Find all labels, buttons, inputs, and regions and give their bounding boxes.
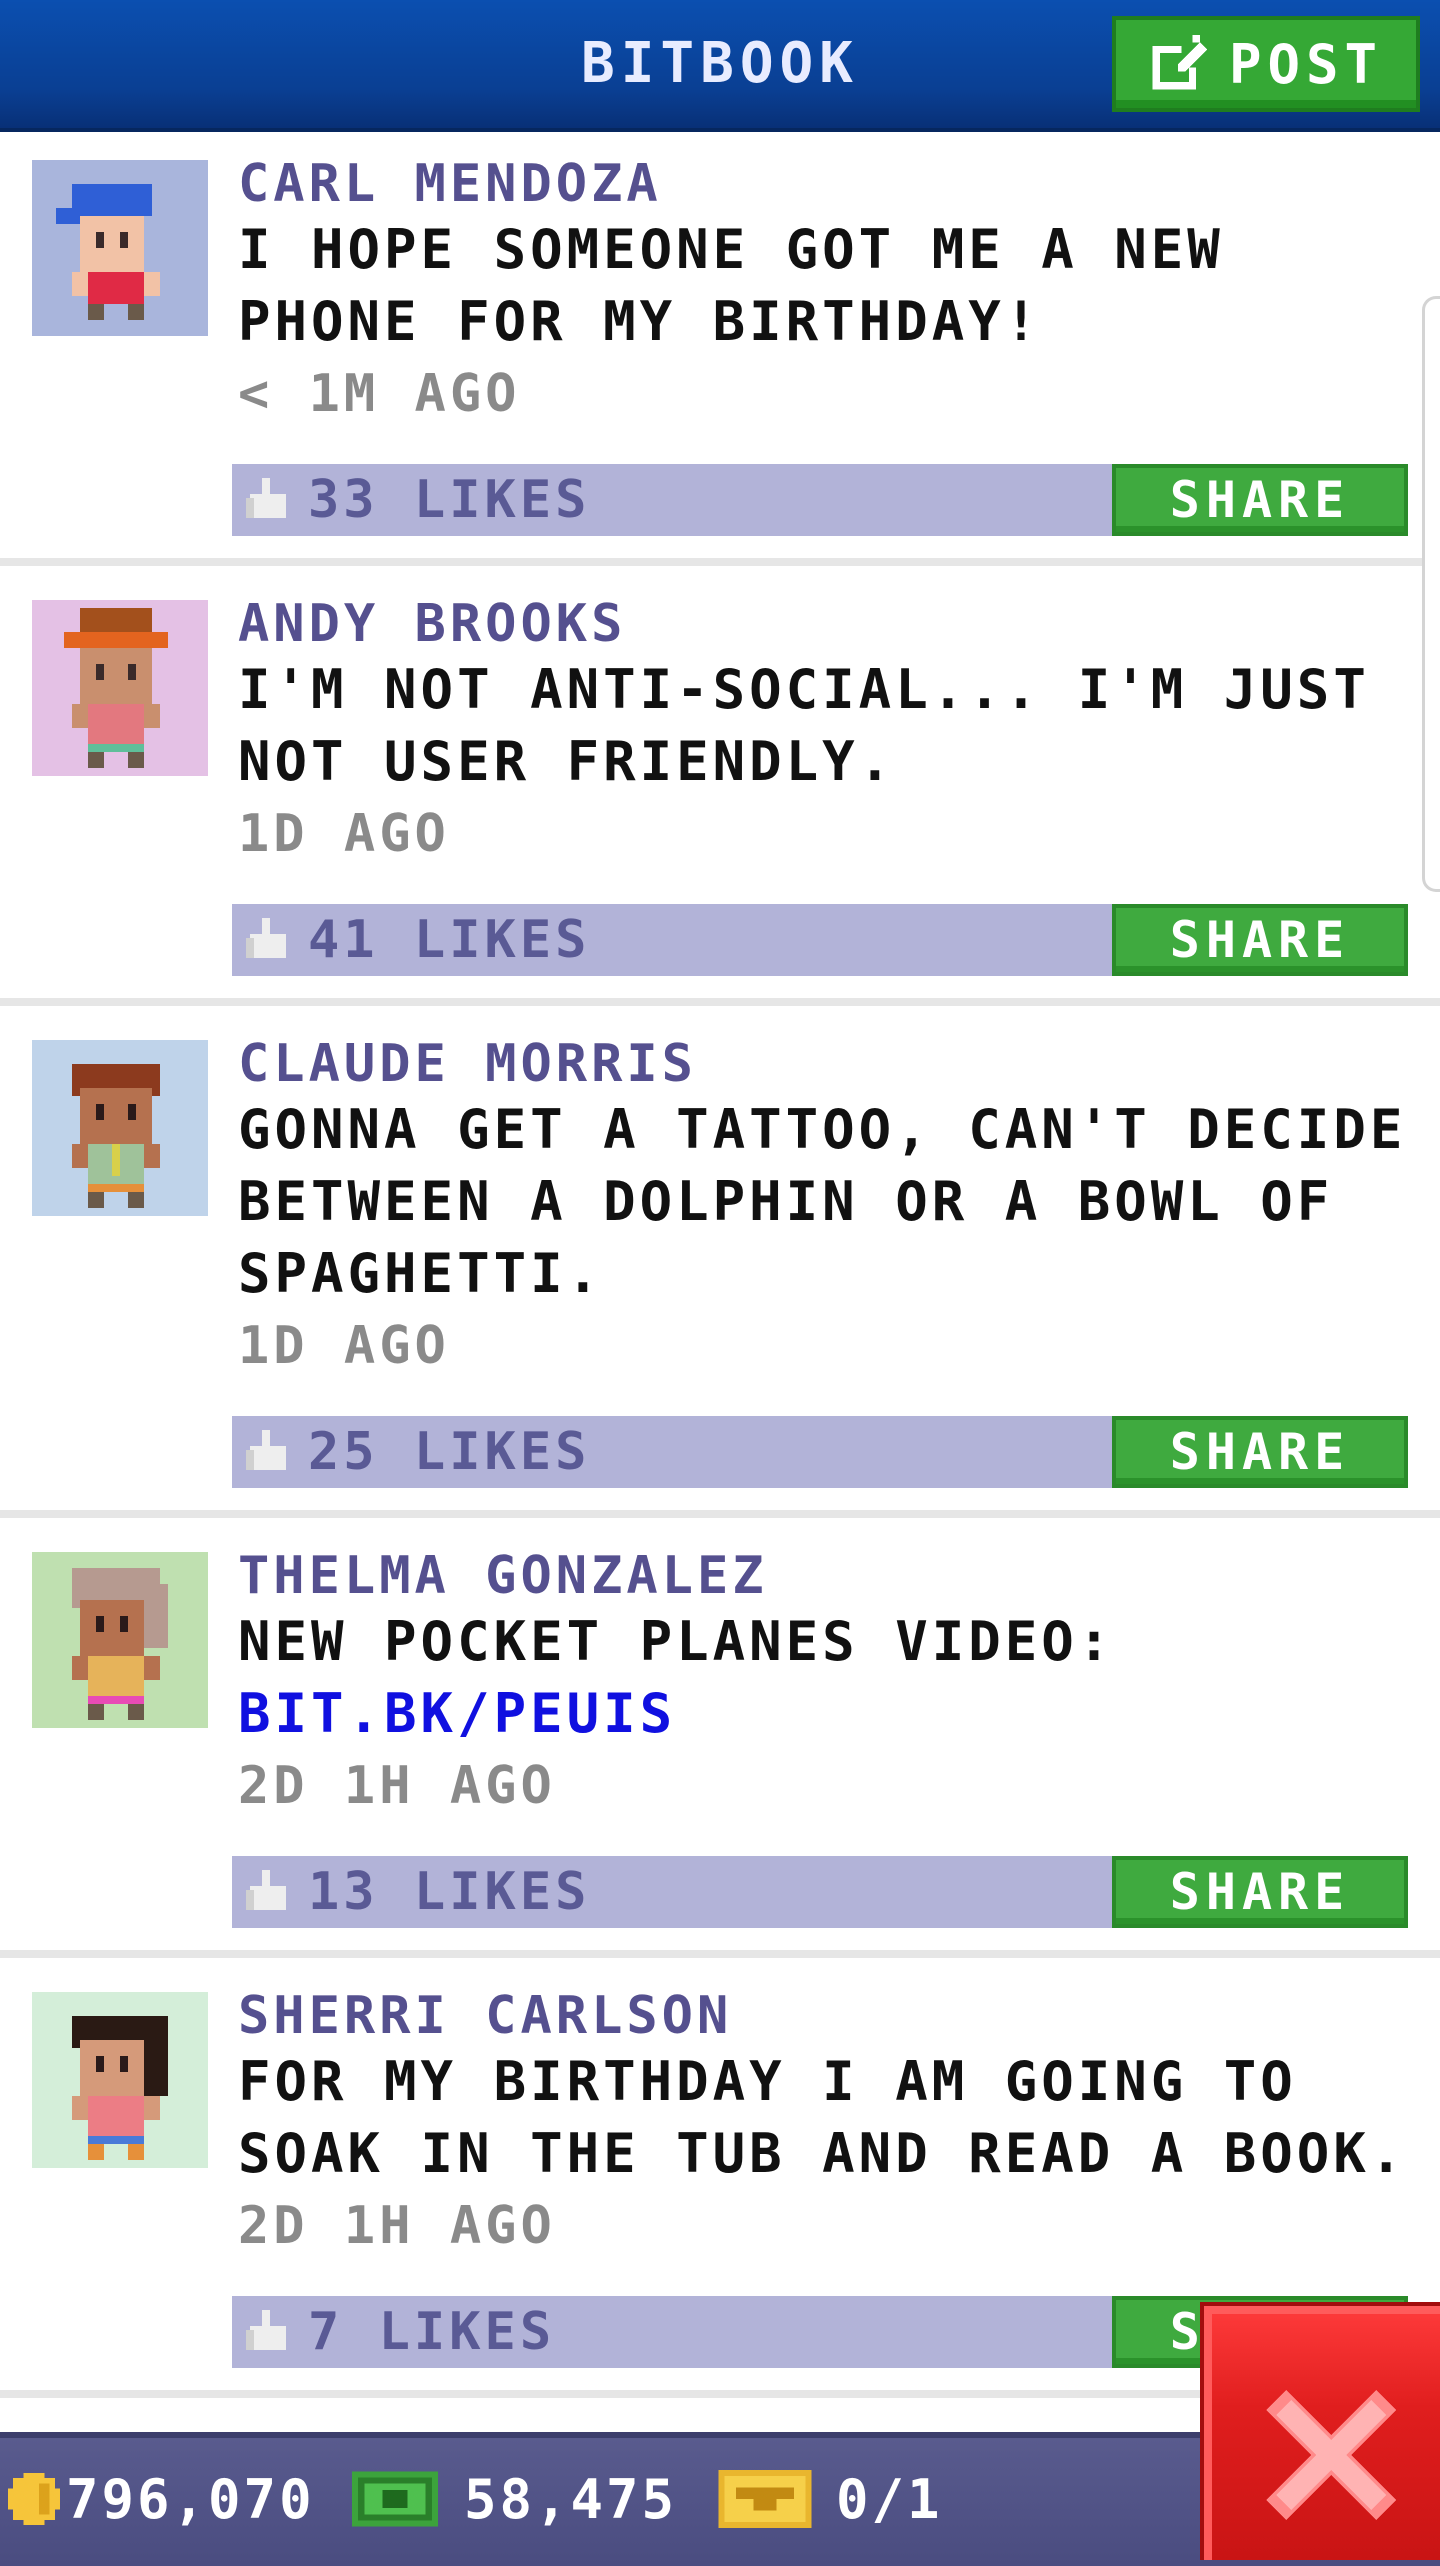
like-button[interactable]: 7 LIKES [232,2296,932,2368]
coins-stat: 796,070 [8,2438,315,2560]
share-button[interactable]: SHARE [1112,464,1408,536]
coin-icon [8,2473,60,2525]
avatar [32,160,208,336]
thumbs-up-icon [246,1870,286,1910]
like-button[interactable]: 33 LIKES [232,464,932,536]
like-bar: 41 LIKES SHARE [232,904,1408,976]
top-bar: BITBOOK POST [0,0,1440,132]
post-author[interactable]: CLAUDE MORRIS [238,1034,697,1094]
edit-icon [1152,35,1207,90]
share-button[interactable]: SHARE [1112,1856,1408,1928]
like-bar: 33 LIKES SHARE [232,464,1408,536]
like-bar: 13 LIKES SHARE [232,1856,1408,1928]
post-time: 1D AGO [238,1316,450,1376]
thumbs-up-icon [246,918,286,958]
post-time: 2D 1H AGO [238,1756,556,1816]
post-author[interactable]: SHERRI CARLSON [238,1986,732,2046]
close-icon [1266,2390,1396,2520]
post-link[interactable]: BIT.BK/PEUIS [238,1682,676,1745]
post-author[interactable]: CARL MENDOZA [238,154,662,214]
scrollbar[interactable] [1422,296,1440,892]
thumbs-up-icon [246,1430,286,1470]
post-message: GONNA GET A TATTOO, CAN'T DECIDE BETWEEN… [238,1098,1407,1305]
post-author[interactable]: ANDY BROOKS [238,594,626,654]
like-bar: 25 LIKES SHARE [232,1416,1408,1488]
post-divider [0,558,1440,566]
post-time: 2D 1H AGO [238,2196,556,2256]
post-divider [0,1950,1440,1958]
thumbs-up-icon [246,2310,286,2350]
coins-value: 796,070 [66,2467,315,2531]
post-message: I HOPE SOMEONE GOT ME A NEW PHONE FOR MY… [238,218,1224,353]
avatar [32,600,208,776]
like-count: 25 LIKES [308,1422,591,1482]
post-author[interactable]: THELMA GONZALEZ [238,1546,768,1606]
post-time: 1D AGO [238,804,450,864]
post-message-text: NEW POCKET PLANES VIDEO: [238,1610,1115,1673]
close-button[interactable] [1200,2302,1440,2560]
tickets-stat: 0/1 [718,2438,943,2560]
post-divider [0,1510,1440,1518]
post-button-label: POST [1228,32,1384,96]
cash-icon [352,2471,438,2527]
bux-value: 58,475 [464,2467,678,2531]
post-message: FOR MY BIRTHDAY I AM GOING TO SOAK IN TH… [238,2050,1407,2185]
ticket-icon [718,2470,812,2528]
post-message: NEW POCKET PLANES VIDEO: BIT.BK/PEUIS [238,1606,1418,1750]
avatar [32,1552,208,1728]
bux-stat: 58,475 [352,2438,677,2560]
like-button[interactable]: 13 LIKES [232,1856,932,1928]
like-count: 13 LIKES [308,1862,591,1922]
like-button[interactable]: 25 LIKES [232,1416,932,1488]
post-divider [0,998,1440,1006]
avatar [32,1992,208,2168]
post-message: I'M NOT ANTI-SOCIAL... I'M JUST NOT USER… [238,658,1370,793]
avatar [32,1040,208,1216]
post-time: < 1M AGO [238,364,521,424]
like-count: 33 LIKES [308,470,591,530]
like-count: 7 LIKES [308,2302,556,2362]
share-button[interactable]: SHARE [1112,1416,1408,1488]
share-button[interactable]: SHARE [1112,904,1408,976]
thumbs-up-icon [246,478,286,518]
like-button[interactable]: 41 LIKES [232,904,932,976]
like-count: 41 LIKES [308,910,591,970]
post-button[interactable]: POST [1112,16,1420,112]
tickets-value: 0/1 [836,2467,943,2531]
